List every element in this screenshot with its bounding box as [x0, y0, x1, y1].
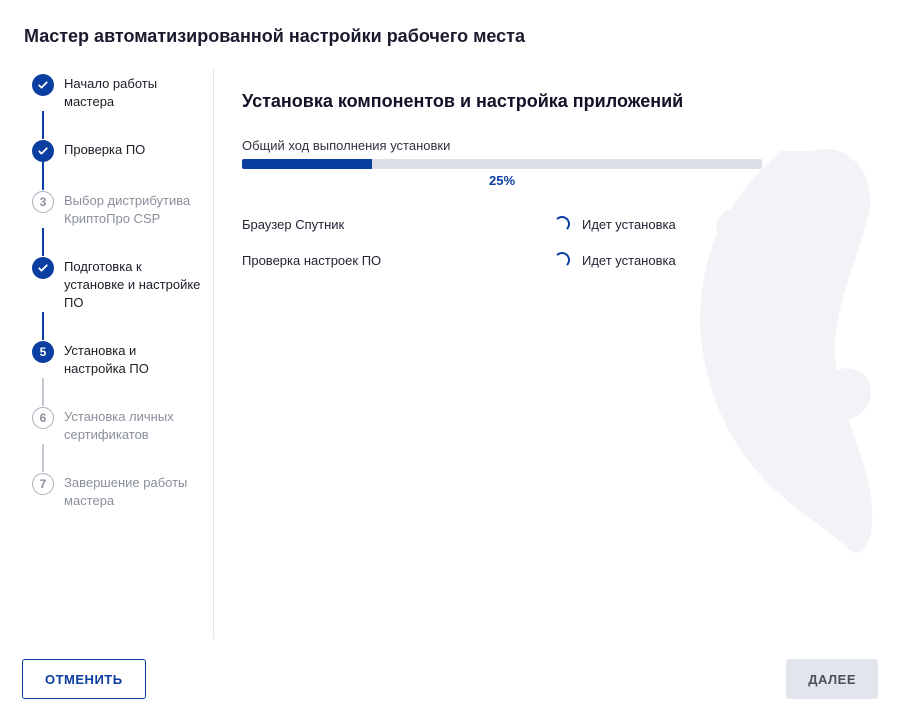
- step-number: 5: [32, 341, 54, 363]
- progress-bar: [242, 159, 762, 169]
- check-icon: [32, 74, 54, 96]
- step-number: 7: [32, 473, 54, 495]
- item-name: Проверка настроек ПО: [242, 253, 542, 268]
- progress-fill: [242, 159, 372, 169]
- install-item: Браузер Спутник Идет установка: [242, 206, 872, 242]
- step-connector: [42, 444, 44, 472]
- step-4[interactable]: Подготовка к установке и настройке ПО: [32, 256, 201, 312]
- spinner-icon: [542, 252, 582, 268]
- item-status: Идет установка: [582, 217, 676, 232]
- step-label: Начало работы мастера: [64, 73, 201, 111]
- step-5-current[interactable]: 5 Установка и настройка ПО: [32, 340, 201, 378]
- main-panel: Установка компонентов и настройка прилож…: [214, 69, 900, 639]
- step-number: 6: [32, 407, 54, 429]
- main-title: Установка компонентов и настройка прилож…: [242, 91, 872, 112]
- step-label: Подготовка к установке и настройке ПО: [64, 256, 201, 312]
- step-connector: [42, 378, 44, 406]
- step-label: Выбор дистрибутива КриптоПро CSP: [64, 190, 201, 228]
- item-status: Идет установка: [582, 253, 676, 268]
- step-connector: [42, 312, 44, 340]
- sidebar: Начало работы мастера Проверка ПО 3 Выбо…: [0, 69, 214, 639]
- step-7: 7 Завершение работы мастера: [32, 472, 201, 510]
- step-1[interactable]: Начало работы мастера: [32, 73, 201, 111]
- progress-percent: 25%: [242, 173, 762, 188]
- progress-label: Общий ход выполнения установки: [242, 138, 872, 153]
- wizard-title: Мастер автоматизированной настройки рабо…: [0, 0, 900, 69]
- step-connector: [42, 111, 44, 139]
- step-label: Проверка ПО: [64, 139, 145, 159]
- step-label: Установка и настройка ПО: [64, 340, 201, 378]
- eagle-ornament-icon: [660, 129, 900, 569]
- step-connector: [42, 162, 44, 190]
- footer: ОТМЕНИТЬ ДАЛЕЕ: [0, 643, 900, 715]
- next-button[interactable]: ДАЛЕЕ: [786, 659, 878, 699]
- cancel-button[interactable]: ОТМЕНИТЬ: [22, 659, 146, 699]
- item-name: Браузер Спутник: [242, 217, 542, 232]
- step-label: Установка личных сертификатов: [64, 406, 201, 444]
- step-6: 6 Установка личных сертификатов: [32, 406, 201, 444]
- step-label: Завершение работы мастера: [64, 472, 201, 510]
- install-items: Браузер Спутник Идет установка Проверка …: [242, 206, 872, 278]
- body: Начало работы мастера Проверка ПО 3 Выбо…: [0, 69, 900, 639]
- step-connector: [42, 228, 44, 256]
- check-icon: [32, 257, 54, 279]
- check-icon: [32, 140, 54, 162]
- step-3: 3 Выбор дистрибутива КриптоПро CSP: [32, 190, 201, 228]
- spinner-icon: [542, 216, 582, 232]
- step-number: 3: [32, 191, 54, 213]
- install-item: Проверка настроек ПО Идет установка: [242, 242, 872, 278]
- step-2[interactable]: Проверка ПО: [32, 139, 201, 162]
